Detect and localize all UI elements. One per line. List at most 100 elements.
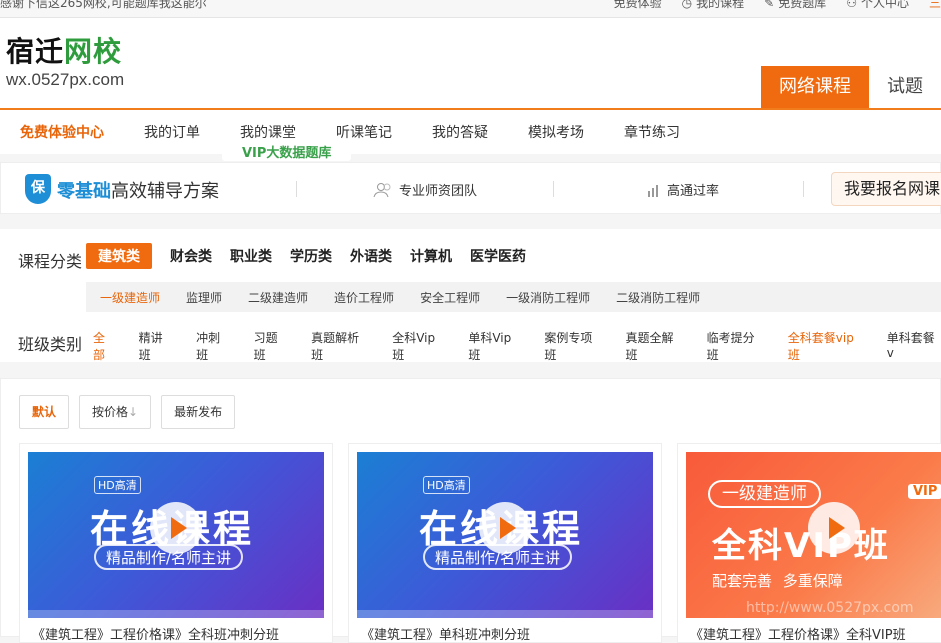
category-construction[interactable]: 建筑类	[86, 243, 152, 269]
slogan-rest: 高效辅导方案	[111, 181, 219, 202]
course-thumbnail[interactable]: HD高清 在线课程 精品制作/名师主讲	[28, 452, 324, 618]
promo-slogan: 零基础高效辅导方案	[57, 177, 219, 203]
class-type-item[interactable]: 全科套餐vip班	[788, 329, 865, 363]
nav-notes[interactable]: 听课笔记	[316, 122, 412, 142]
promo-bar: 保 零基础高效辅导方案 专业师资团队 高通过率 我要报名网课	[0, 162, 941, 214]
sort-latest-button[interactable]: 最新发布	[161, 395, 236, 429]
category-computer[interactable]: 计算机	[410, 244, 452, 268]
vip-badge: VIP	[908, 484, 941, 499]
top-link-label: 个人中心	[860, 0, 909, 10]
play-icon[interactable]	[150, 502, 202, 554]
subcategory-item[interactable]: 安全工程师	[420, 289, 480, 306]
feature-pass-rate-label: 高通过率	[667, 184, 720, 199]
logo-brand: 宿迁网校	[6, 36, 124, 68]
category-language[interactable]: 外语类	[350, 244, 392, 268]
class-type-item[interactable]: 临考提分班	[707, 329, 766, 363]
top-bar: 感谢下信这265网校,可能题库我这能尔 免费体验 ◷ 我的课程 ✎ 免费题库 ⚇ 个人…	[0, 0, 941, 18]
class-type-list: 全部 精讲班 冲刺班 习题班 真题解析班 全科Vip班 单科Vip班 案例专项班…	[93, 329, 941, 363]
top-link-my-courses[interactable]: ◷ 我的课程	[682, 0, 745, 11]
sort-default-button[interactable]: 默认	[19, 395, 70, 429]
slogan-highlight: 零基础	[57, 181, 111, 202]
feature-teachers-label: 专业师资团队	[399, 184, 478, 199]
nav-my-classroom[interactable]: 我的课堂	[220, 122, 316, 142]
nav-my-qa[interactable]: 我的答疑	[412, 122, 508, 142]
user-icon: ⚇	[846, 0, 857, 10]
arrow-down-icon: ↓	[128, 405, 139, 419]
play-icon[interactable]	[808, 502, 860, 554]
subcategory-item[interactable]: 二级建造师	[248, 289, 308, 306]
nav-mock-exam[interactable]: 模拟考场	[508, 122, 604, 142]
hd-badge: HD高清	[94, 476, 141, 494]
logo-url: wx.0527px.com	[6, 70, 125, 89]
subcategory-list: 一级建造师 监理师 二级建造师 造价工程师 安全工程师 一级消防工程师 二级消防…	[86, 282, 941, 312]
class-type-item[interactable]: 全科Vip班	[392, 329, 446, 363]
course-card[interactable]: HD高清 在线课程 精品制作/名师主讲 《建筑工程》工程价格课》全科班冲刺分班	[19, 443, 333, 643]
class-type-item[interactable]: 习题班	[254, 329, 289, 363]
top-link-menu[interactable]: 三	[929, 0, 941, 11]
category-medical[interactable]: 医学医药	[470, 244, 526, 268]
category-degree[interactable]: 学历类	[290, 244, 332, 268]
category-accounting[interactable]: 财会类	[170, 244, 212, 268]
logo-brand-part2: 网校	[64, 35, 123, 68]
top-link-free-trial[interactable]: 免费体验	[614, 0, 662, 11]
nav-chapter-practice[interactable]: 章节练习	[604, 122, 700, 142]
course-title[interactable]: 《建筑工程》工程价格课》全科班冲刺分班	[32, 624, 279, 642]
people-icon	[373, 182, 391, 197]
course-card[interactable]: 一级建造师 全科VIP班 配套完善 多重保障 VIP http://www.05…	[677, 443, 941, 643]
subcategory-item[interactable]: 监理师	[186, 289, 222, 306]
nav-vip-question-bank[interactable]: VIP大数据题库	[222, 142, 352, 161]
tab-online-courses[interactable]: 网络课程	[761, 66, 869, 108]
play-icon[interactable]	[479, 502, 531, 554]
site-header: 宿迁网校 wx.0527px.com 网络课程 试题	[0, 18, 941, 110]
class-type-item[interactable]: 真题全解班	[626, 329, 685, 363]
feature-pass-rate: 高通过率	[647, 180, 719, 199]
divider	[553, 181, 554, 197]
subcategory-item[interactable]: 一级建造师	[100, 289, 160, 306]
category-list: 建筑类 财会类 职业类 学历类 外语类 计算机 医学医药	[86, 243, 526, 269]
hd-badge: HD高清	[423, 476, 470, 494]
edit-icon: ✎	[764, 0, 775, 10]
top-link-question-bank[interactable]: ✎ 免费题库	[764, 0, 826, 11]
class-type-item[interactable]: 真题解析班	[311, 329, 370, 363]
sort-bar: 默认 按价格↓ 最新发布	[19, 395, 236, 429]
subcategory-item[interactable]: 造价工程师	[334, 289, 394, 306]
class-type-item[interactable]: 单科套餐v	[887, 329, 941, 363]
course-card[interactable]: HD高清 在线课程 精品制作/名师主讲 《建筑工程》单科班冲刺分班	[348, 443, 662, 643]
category-vocational[interactable]: 职业类	[230, 244, 272, 268]
class-type-item[interactable]: 冲刺班	[196, 329, 231, 363]
course-filter: 课程分类 建筑类 财会类 职业类 学历类 外语类 计算机 医学医药 一级建造师 …	[0, 229, 941, 362]
class-type-item[interactable]: 精讲班	[139, 329, 174, 363]
tab-exams[interactable]: 试题	[869, 66, 941, 108]
top-link-user-center[interactable]: ⚇ 个人中心	[846, 0, 909, 11]
top-notice: 感谢下信这265网校,可能题库我这能尔	[0, 0, 207, 10]
divider	[803, 181, 804, 197]
course-title[interactable]: 《建筑工程》工程价格课》全科VIP班	[690, 624, 906, 642]
signup-button[interactable]: 我要报名网课	[831, 172, 941, 206]
shield-icon: 保	[25, 174, 51, 204]
course-list-section: 默认 按价格↓ 最新发布 HD高清 在线课程 精品制作/名师主讲 《建筑工程》工…	[0, 378, 941, 643]
subcategory-item[interactable]: 一级消防工程师	[506, 289, 590, 306]
nav-my-orders[interactable]: 我的订单	[124, 122, 220, 142]
main-tabs: 网络课程 试题	[761, 66, 941, 108]
nav-free-trial-center[interactable]: 免费体验中心	[0, 122, 124, 142]
course-title[interactable]: 《建筑工程》单科班冲刺分班	[361, 624, 530, 642]
logo-brand-part1: 宿迁	[6, 35, 65, 68]
class-type-item[interactable]: 案例专项班	[544, 329, 603, 363]
top-link-label: 我的课程	[696, 0, 745, 10]
thumb-title: 全科VIP班	[712, 526, 890, 566]
category-label: 课程分类	[18, 252, 83, 271]
sort-price-button[interactable]: 按价格↓	[79, 395, 152, 429]
class-type-item[interactable]: 全部	[93, 329, 117, 363]
feature-teachers: 专业师资团队	[373, 180, 477, 199]
site-logo[interactable]: 宿迁网校 wx.0527px.com	[6, 36, 124, 90]
bar-chart-icon	[648, 184, 658, 197]
class-type-item[interactable]: 单科Vip班	[468, 329, 522, 363]
top-links: 免费体验 ◷ 我的课程 ✎ 免费题库 ⚇ 个人中心 三	[614, 0, 941, 11]
course-thumbnail[interactable]: HD高清 在线课程 精品制作/名师主讲	[357, 452, 653, 618]
clock-icon: ◷	[681, 0, 693, 10]
class-type-label: 班级类别	[18, 335, 83, 354]
subcategory-item[interactable]: 二级消防工程师	[616, 289, 700, 306]
watermark: http://www.0527px.com	[746, 600, 914, 616]
sub-nav: 免费体验中心 我的订单 我的课堂 听课笔记 我的答疑 模拟考场 章节练习 VIP…	[0, 110, 941, 161]
course-thumbnail[interactable]: 一级建造师 全科VIP班 配套完善 多重保障 VIP http://www.05…	[686, 452, 941, 618]
